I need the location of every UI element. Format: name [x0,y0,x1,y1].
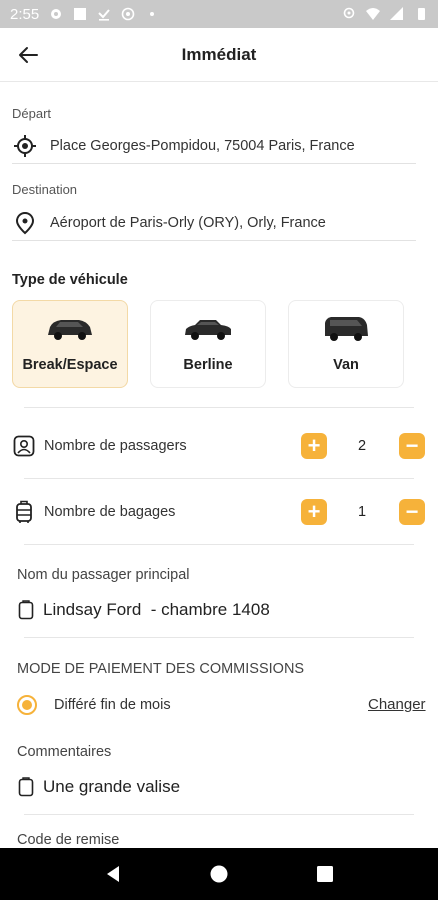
main-passenger-field[interactable]: Lindsay Ford - chambre 1408 [17,600,270,620]
divider [24,478,414,479]
change-payment-link[interactable]: Changer [368,696,426,713]
location-pin-icon [12,210,38,236]
main-passenger-value: Lindsay Ford - chambre 1408 [43,600,270,619]
status-time: 2:55 [10,5,40,23]
vehicle-option-berline[interactable]: Berline [150,300,266,388]
payment-section-title: MODE DE PAIEMENT DES COMMISSIONS [17,661,305,677]
passengers-count: 2 [357,438,367,454]
luggage-decrement-button[interactable]: − [399,499,425,525]
clipboard-icon [17,600,35,620]
vehicle-option-label: Van [333,357,359,373]
car-sedan-icon [185,320,231,340]
gps-target-icon [12,133,38,159]
destination-value: Aéroport de Paris-Orly (ORY), Orly, Fran… [50,214,326,231]
person-icon [12,434,36,458]
departure-field[interactable]: Place Georges-Pompidou, 75004 Paris, Fra… [12,128,416,164]
page-title: Immédiat [181,44,257,64]
comments-value: Une grande valise [43,777,181,796]
luggage-count: 1 [357,504,367,520]
vehicle-type-title: Type de véhicule [12,272,128,288]
battery-icon [418,8,425,20]
dot-icon [150,12,155,16]
payment-option-label: Différé fin de mois [54,697,171,713]
nav-back-icon[interactable] [102,863,124,885]
vehicle-option-van[interactable]: Van [288,300,404,388]
divider [24,407,414,408]
luggage-label: Nombre de bagages [44,504,176,520]
passengers-increment-button[interactable]: + [301,433,327,459]
sync-icon [121,7,135,21]
destination-field[interactable]: Aéroport de Paris-Orly (ORY), Orly, Fran… [12,205,416,241]
clipboard-icon [17,777,35,797]
divider [24,814,414,815]
arrow-left-icon [19,47,38,63]
car-break-icon [48,320,92,340]
wifi-icon [366,8,380,20]
luggage-increment-button[interactable]: + [301,499,327,525]
signal-icon [390,7,403,20]
main-passenger-label: Nom du passager principal [17,567,190,583]
nav-recents-icon[interactable] [314,863,336,885]
vehicle-option-label: Berline [183,357,233,373]
status-bar: 2:55 [0,0,438,28]
van-icon [325,317,368,341]
divider [24,637,414,638]
discount-code-label: Code de remise [17,832,120,848]
location-icon [343,7,355,19]
payment-option-radio[interactable] [17,695,37,715]
settings-icon [51,9,62,19]
comments-field[interactable]: Une grande valise [17,777,180,797]
system-nav-bar [0,848,438,900]
destination-label: Destination [12,182,78,197]
luggage-icon [12,500,36,524]
nav-home-icon[interactable] [208,863,230,885]
download-done-icon [98,9,110,21]
vehicle-option-break-espace[interactable]: Break/Espace [12,300,128,388]
comments-label: Commentaires [17,744,112,760]
vehicle-option-label: Break/Espace [22,357,118,373]
app-bar: Immédiat [0,28,438,82]
departure-label: Départ [12,106,52,121]
passengers-label: Nombre de passagers [44,438,187,454]
divider [24,544,414,545]
back-button[interactable] [14,41,42,69]
passengers-decrement-button[interactable]: − [399,433,425,459]
square-notification-icon [74,8,87,20]
departure-value: Place Georges-Pompidou, 75004 Paris, Fra… [50,137,355,154]
